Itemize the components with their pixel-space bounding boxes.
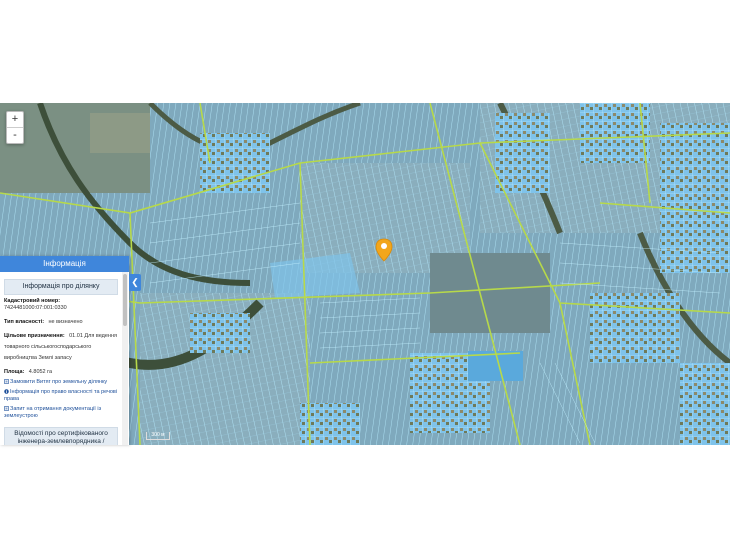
cadastral-number-value: 7424481000:07:001:0330: [4, 305, 67, 311]
zoom-control: + -: [6, 111, 24, 144]
land-purpose-label: Цільове призначення:: [4, 333, 65, 339]
scale-bar: 300 м: [146, 432, 170, 440]
documentation-request-link[interactable]: Запит на отримання документації із земле…: [4, 406, 118, 420]
ownership-rights-text: Інформація про право власності та речові…: [4, 389, 118, 402]
ownership-rights-link[interactable]: Інформація про право власності та речові…: [4, 389, 118, 403]
info-icon: [4, 389, 9, 394]
panel-content[interactable]: Інформація про ділянку Кадастровий номер…: [0, 272, 122, 445]
area-value: 4.8052 га: [28, 369, 53, 375]
order-extract-text: Замовити Витяг про земельну ділянку: [10, 379, 108, 385]
zoom-out-button[interactable]: -: [7, 127, 23, 143]
parcel-info-heading: Інформація про ділянку: [4, 279, 118, 295]
engineer-info-box[interactable]: Відомості про сертифікованого інженера-з…: [4, 427, 118, 445]
document-icon: [4, 406, 9, 411]
info-panel: Інформація Інформація про ділянку Кадаст…: [0, 256, 129, 445]
scrollbar-thumb[interactable]: [123, 274, 127, 326]
order-extract-link[interactable]: Замовити Витяг про земельну ділянку: [4, 379, 118, 386]
document-icon: [4, 379, 9, 384]
panel-scrollbar[interactable]: [122, 272, 128, 445]
area-label: Площа:: [4, 369, 25, 375]
zoom-in-button[interactable]: +: [7, 112, 23, 127]
documentation-request-text: Запит на отримання документації із земле…: [4, 406, 102, 419]
collapse-panel-button[interactable]: ❮: [129, 274, 141, 291]
cadastral-number-label: Кадастровий номер:: [4, 298, 61, 304]
panel-title: Інформація: [0, 256, 129, 272]
ownership-type-label: Тип власності:: [4, 319, 45, 325]
chevron-left-icon: ❮: [131, 277, 139, 287]
